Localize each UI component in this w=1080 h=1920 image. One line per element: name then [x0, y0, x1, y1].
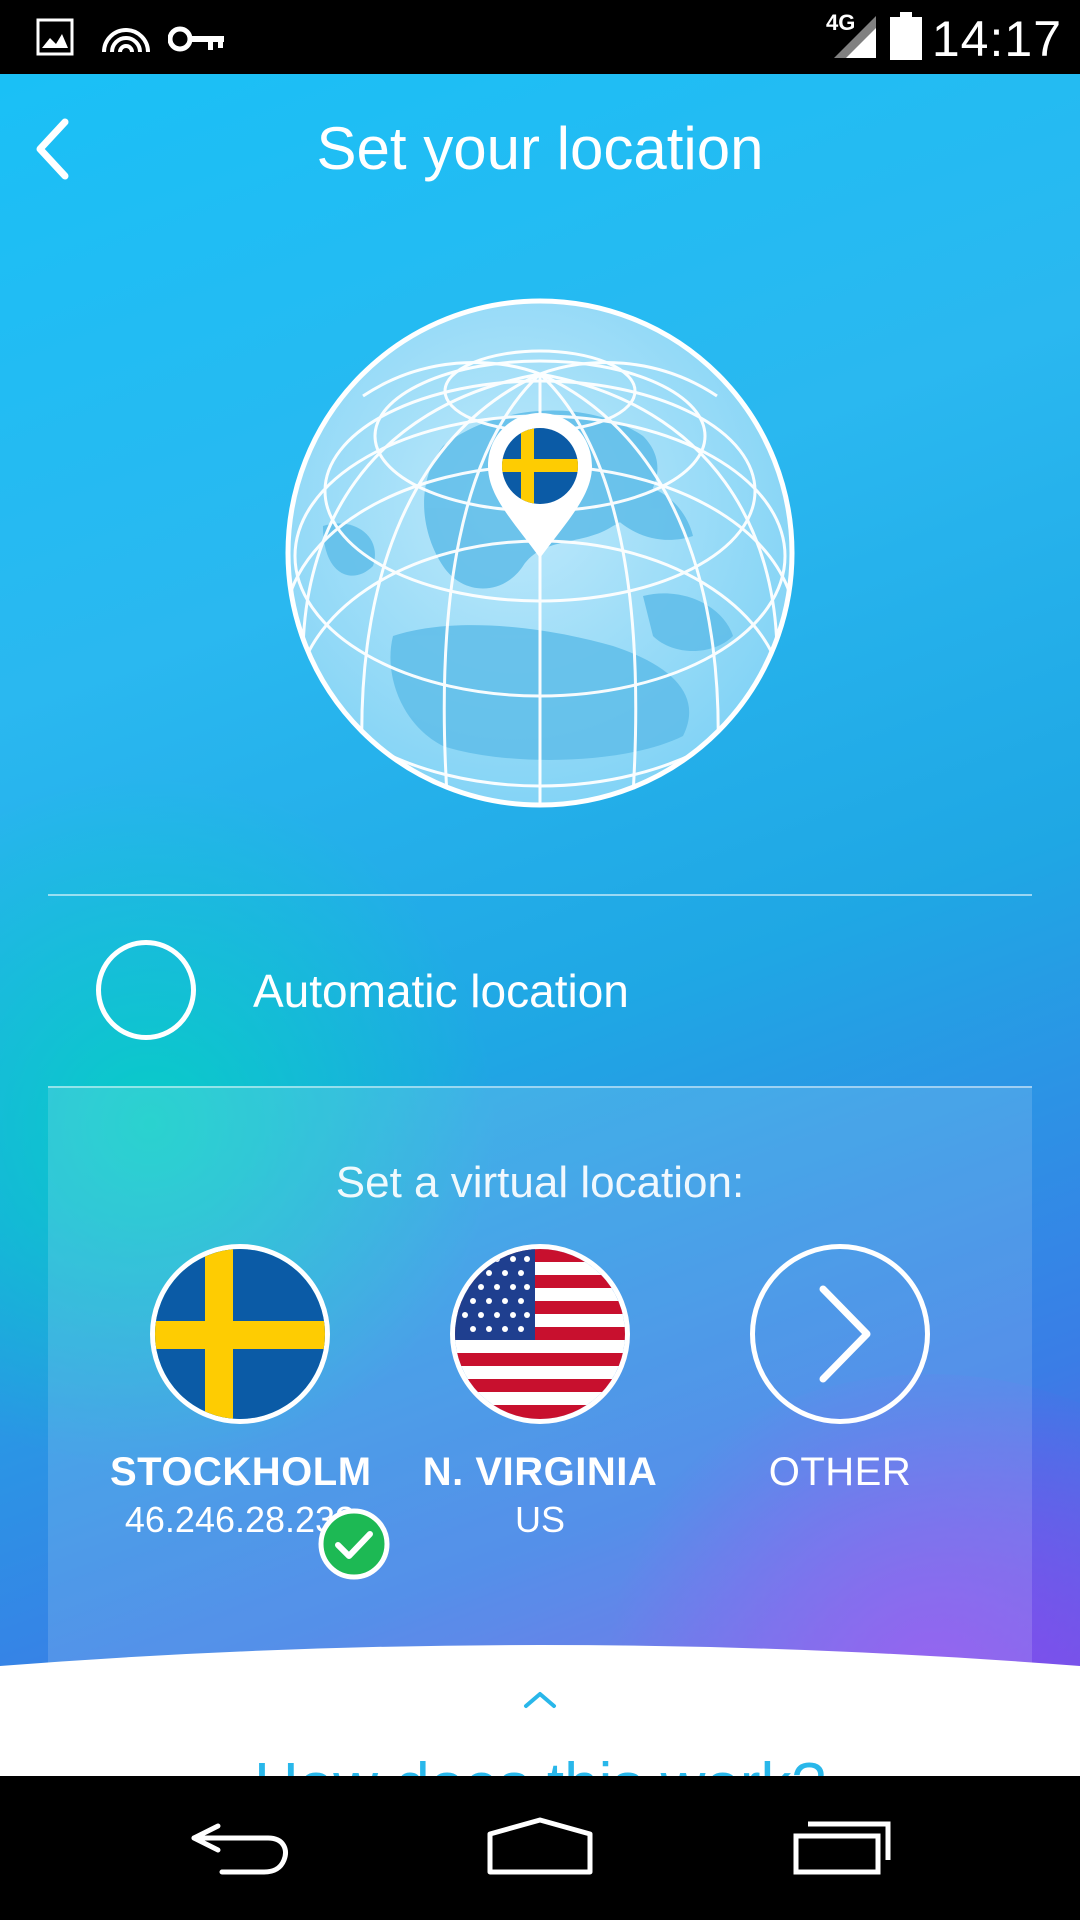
location-other[interactable]: OTHER — [710, 1244, 970, 1495]
signal-icon — [834, 16, 876, 58]
other-locations-button[interactable] — [750, 1244, 930, 1424]
automatic-location-option[interactable]: Automatic location — [48, 896, 1032, 1056]
battery-icon — [890, 12, 922, 60]
globe-illustration — [285, 298, 795, 808]
location-name: STOCKHOLM — [110, 1450, 372, 1494]
check-icon — [318, 1508, 390, 1580]
status-bar: 4G 14:17 — [0, 0, 1080, 74]
help-sheet[interactable]: How does this work? — [0, 1644, 1080, 1776]
navigation-bar — [0, 1776, 1080, 1920]
location-name: N. VIRGINIA — [422, 1450, 658, 1494]
broadcast-icon — [102, 28, 150, 53]
image-icon — [36, 18, 74, 56]
location-n-virginia[interactable]: N. VIRGINIA US — [410, 1244, 670, 1541]
home-nav-icon[interactable] — [484, 1816, 596, 1876]
sweden-flag — [150, 1244, 330, 1424]
page-title: Set your location — [316, 115, 764, 182]
automatic-location-radio[interactable] — [96, 940, 196, 1040]
app-screen: Set your location Automatic location Set… — [0, 74, 1080, 1776]
clock: 14:17 — [931, 11, 1062, 67]
location-country: US — [514, 1499, 565, 1540]
chevron-up-icon[interactable] — [516, 1684, 564, 1714]
key-icon — [168, 26, 224, 52]
automatic-location-label: Automatic location — [253, 965, 629, 1017]
location-name: OTHER — [768, 1450, 912, 1494]
location-stockholm[interactable]: STOCKHOLM 46.246.28.233 — [110, 1244, 390, 1580]
virtual-location-title: Set a virtual location: — [335, 1158, 745, 1207]
chevron-right-icon — [819, 1285, 871, 1383]
back-nav-icon[interactable] — [188, 1816, 292, 1876]
recent-apps-nav-icon[interactable] — [790, 1816, 894, 1876]
usa-flag — [450, 1244, 630, 1424]
how-does-this-work-link[interactable]: How does this work? — [0, 1750, 1080, 1776]
